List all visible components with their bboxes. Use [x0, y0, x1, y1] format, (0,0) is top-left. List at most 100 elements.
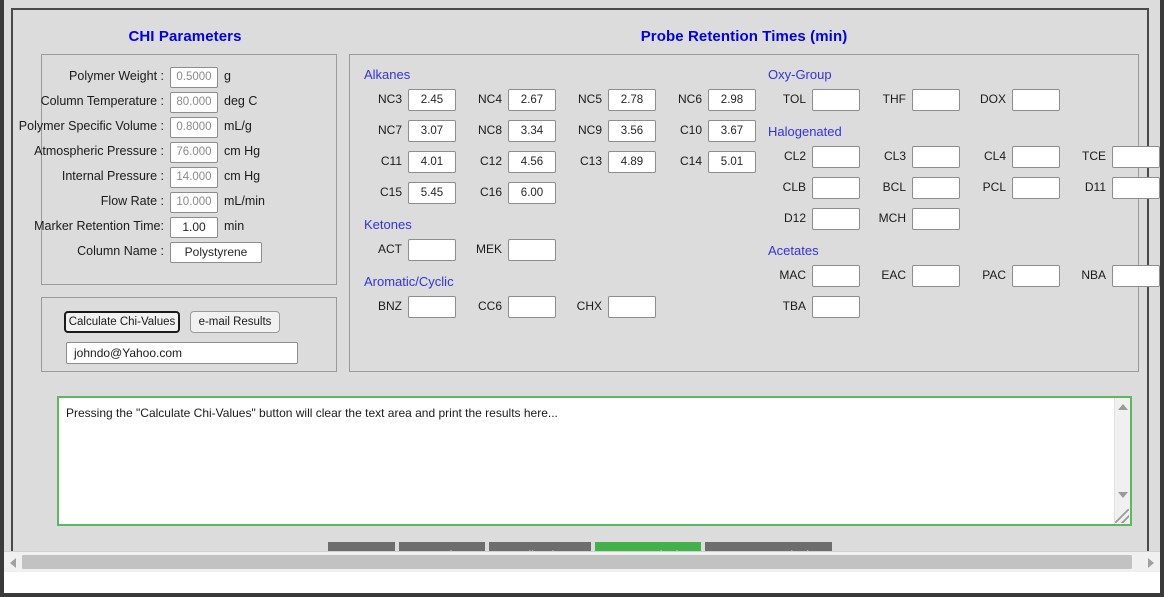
- probe-field-label: MAC: [779, 268, 806, 282]
- probe-field-label: PCL: [982, 180, 1006, 194]
- probe-field-input[interactable]: [812, 265, 860, 287]
- scroll-down-icon[interactable]: [1118, 492, 1128, 498]
- probe-field-label: NBA: [1081, 268, 1106, 282]
- probe-field-label: CHX: [576, 299, 602, 313]
- probe-field-input[interactable]: 3.07: [408, 120, 456, 142]
- probe-field-input[interactable]: 3.67: [708, 120, 756, 142]
- parameter-label: Flow Rate :: [100, 194, 164, 208]
- parameter-input[interactable]: 0.8000: [170, 117, 218, 138]
- probe-field-label: NC8: [477, 123, 502, 137]
- parameter-input[interactable]: 1.00: [170, 217, 218, 238]
- parameter-unit: min: [224, 219, 245, 233]
- probe-field-input[interactable]: [812, 177, 860, 199]
- scroll-left-icon[interactable]: [10, 558, 16, 568]
- probe-field-input[interactable]: 3.56: [608, 120, 656, 142]
- probe-group-title: Aromatic/Cyclic: [364, 274, 454, 289]
- probe-field-input[interactable]: 4.01: [408, 151, 456, 173]
- parameter-unit: deg C: [224, 94, 258, 108]
- probe-field-label: TBA: [782, 299, 806, 313]
- probe-field-input[interactable]: [508, 296, 556, 318]
- probe-field-input[interactable]: 5.45: [408, 182, 456, 204]
- probe-field-label: NC5: [577, 92, 602, 106]
- probe-field-input[interactable]: [912, 265, 960, 287]
- probe-field-input[interactable]: [1012, 89, 1060, 111]
- probe-field-label: PAC: [982, 268, 1006, 282]
- parameter-input[interactable]: 76.000: [170, 142, 218, 163]
- probe-field-input[interactable]: [912, 208, 960, 230]
- probe-field-input[interactable]: 6.00: [508, 182, 556, 204]
- probe-field-label: NC9: [577, 123, 602, 137]
- probe-field-input[interactable]: [912, 177, 960, 199]
- probe-group-title: Halogenated: [768, 124, 842, 139]
- parameter-row: Polymer Weight : 0.5000 g: [42, 67, 336, 89]
- chi-parameters-title: CHI Parameters: [128, 28, 242, 45]
- probe-field-input[interactable]: [1012, 177, 1060, 199]
- probe-group-title: Ketones: [364, 217, 412, 232]
- probe-field-label: NC7: [377, 123, 402, 137]
- probe-field-input[interactable]: [912, 89, 960, 111]
- probe-field-input[interactable]: 4.89: [608, 151, 656, 173]
- probe-field-input[interactable]: [1112, 146, 1160, 168]
- actions-panel: Calculate Chi-Values e-mail Results john…: [41, 297, 337, 372]
- probe-field-input[interactable]: [1012, 146, 1060, 168]
- email-results-button[interactable]: e-mail Results: [190, 311, 280, 333]
- parameter-row: Column Temperature : 80.000 deg C: [41, 92, 336, 114]
- results-textarea[interactable]: Pressing the "Calculate Chi-Values" butt…: [57, 396, 1132, 526]
- parameter-unit: mL/min: [224, 194, 265, 208]
- probe-field-label: CLB: [782, 180, 806, 194]
- probe-field-input[interactable]: [1112, 265, 1160, 287]
- probe-field-input[interactable]: [1012, 265, 1060, 287]
- parameter-row: Internal Pressure : 14.000 cm Hg: [42, 167, 336, 189]
- probe-field-label: TOL: [782, 92, 806, 106]
- probe-field-label: CL4: [983, 149, 1006, 163]
- probe-field-input[interactable]: [812, 146, 860, 168]
- probe-field-input[interactable]: 2.45: [408, 89, 456, 111]
- probe-field-label: TCE: [1082, 149, 1106, 163]
- probe-field-input[interactable]: [508, 239, 556, 261]
- probe-field-input[interactable]: [812, 208, 860, 230]
- probe-field-input[interactable]: 2.98: [708, 89, 756, 111]
- parameter-label: Column Name :: [77, 244, 164, 258]
- chi-parameters-panel: Polymer Weight : 0.5000 g Column Temperatur…: [19, 54, 337, 285]
- textarea-vertical-scrollbar[interactable]: [1114, 398, 1130, 524]
- probe-field-label: C14: [679, 154, 702, 168]
- probe-field-input[interactable]: [408, 239, 456, 261]
- scroll-up-icon[interactable]: [1118, 404, 1128, 410]
- probe-field-label: CL2: [783, 149, 806, 163]
- parameter-input[interactable]: 14.000: [170, 167, 218, 188]
- scroll-right-icon[interactable]: [1148, 558, 1154, 568]
- probe-group-title: Alkanes: [364, 67, 411, 82]
- probe-field-input[interactable]: [608, 296, 656, 318]
- probe-field-input[interactable]: [812, 296, 860, 318]
- resize-grip-icon[interactable]: [1115, 509, 1129, 523]
- probe-field-label: D11: [1084, 180, 1106, 194]
- parameter-label: Marker Retention Time:: [34, 219, 164, 233]
- probe-field-input[interactable]: 4.56: [508, 151, 556, 173]
- probe-field-input[interactable]: 2.67: [508, 89, 556, 111]
- parameter-label: Atmospheric Pressure :: [34, 144, 164, 158]
- parameter-input[interactable]: 10.000: [170, 192, 218, 213]
- probe-field-label: DOX: [979, 92, 1006, 106]
- probe-field-input[interactable]: 3.34: [508, 120, 556, 142]
- horizontal-scrollbar[interactable]: [4, 551, 1160, 572]
- probe-field-label: BNZ: [378, 299, 402, 313]
- parameter-row: Flow Rate : 10.000 mL/min: [42, 192, 336, 214]
- probe-field-input[interactable]: 2.78: [608, 89, 656, 111]
- probe-field-input[interactable]: [408, 296, 456, 318]
- parameter-input[interactable]: 80.000: [170, 92, 218, 113]
- parameter-input[interactable]: Polystyrene: [170, 242, 262, 263]
- parameter-row: Column Name : Polystyrene: [42, 242, 336, 264]
- probe-field-label: THF: [882, 92, 906, 106]
- horizontal-scrollbar-thumb[interactable]: [22, 555, 1132, 569]
- probe-field-input[interactable]: [812, 89, 860, 111]
- probe-field-input[interactable]: [1112, 177, 1160, 199]
- email-address-input[interactable]: johndo@Yahoo.com: [66, 342, 298, 364]
- calculate-chi-values-button[interactable]: Calculate Chi-Values: [64, 311, 180, 333]
- probe-group-title: Acetates: [768, 243, 819, 258]
- probe-field-label: ACT: [378, 242, 402, 256]
- probe-field-input[interactable]: 5.01: [708, 151, 756, 173]
- parameter-input[interactable]: 0.5000: [170, 67, 218, 88]
- probe-field-label: D12: [783, 211, 806, 225]
- probe-field-input[interactable]: [912, 146, 960, 168]
- probe-field-label: CL3: [883, 149, 906, 163]
